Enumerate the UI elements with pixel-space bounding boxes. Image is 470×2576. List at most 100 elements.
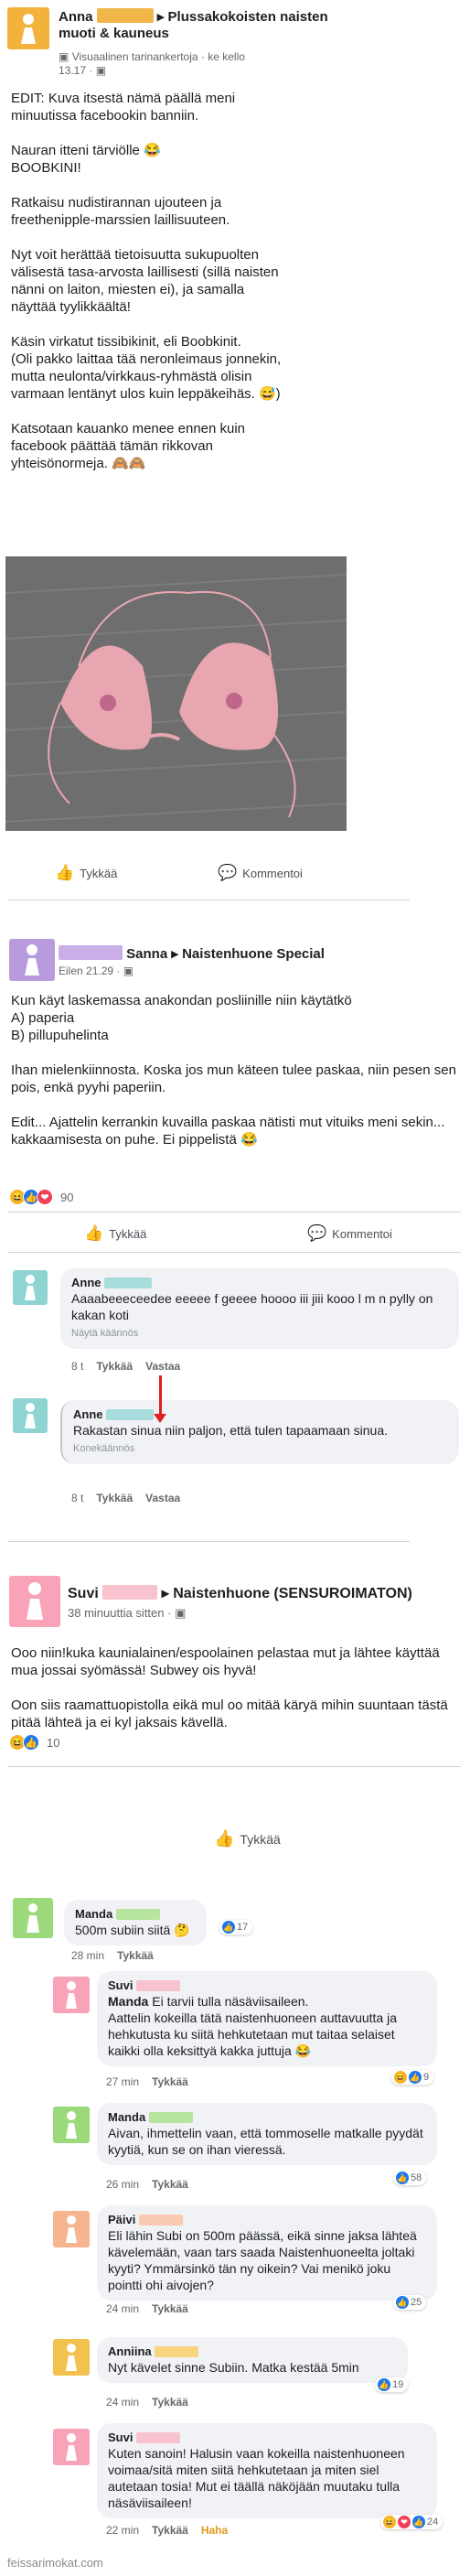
commenter-avatar[interactable] <box>53 2107 90 2143</box>
comment-author[interactable]: Anne <box>71 1276 448 1290</box>
comment-like-button[interactable]: Tykkää <box>96 1492 133 1504</box>
mention-link[interactable]: Manda <box>108 1994 148 2009</box>
post-header-title: Suvi ▸ Naistenhuone (SENSUROIMATON) <box>68 1585 461 1602</box>
female-user-icon <box>21 14 36 44</box>
translation-link[interactable]: Näytä käännös <box>71 1325 448 1342</box>
comment-bubble: Suvi Kuten sanoin! Halusin vaan kokeilla… <box>97 2423 437 2518</box>
comment-button[interactable]: 💬 Kommentoi <box>218 864 303 882</box>
comment-bubble: Manda 500m subiin siitä 🤔 <box>64 1900 207 1945</box>
commenter-avatar[interactable] <box>13 1398 48 1433</box>
redacted-name <box>148 2112 193 2123</box>
comment-bubble: Päivi Eli lähin Subi on 500m päässä, eik… <box>97 2205 437 2301</box>
like-reaction-icon: 👍 <box>396 2172 409 2184</box>
commenter-avatar[interactable] <box>13 1898 53 1938</box>
comment-button[interactable]: 💬 Kommentoi <box>307 1224 392 1243</box>
comment-author[interactable]: Manda <box>75 1907 196 1922</box>
post-time[interactable]: Eilen 21.29 · ▣ <box>59 965 134 977</box>
like-button[interactable]: 👍 Tykkää <box>55 864 117 882</box>
author-avatar[interactable] <box>9 1576 60 1627</box>
comment-time: 28 min <box>71 1949 105 1962</box>
comment-text: Aivan, ihmettelin vaan, että tommoselle … <box>108 2126 423 2157</box>
like-reaction-icon: 👍 <box>396 2296 409 2309</box>
comment-like-button[interactable]: Tykkää <box>152 2075 188 2088</box>
reaction-summary[interactable]: 😆 👍 ❤ 90 <box>9 1189 73 1205</box>
comment-reaction-count[interactable]: 😆 ❤ 👍 24 <box>380 2515 443 2529</box>
comment-reaction-count[interactable]: 👍 58 <box>393 2171 427 2185</box>
commenter-avatar[interactable] <box>53 2429 90 2465</box>
comment-actions: 22 min Tykkää Haha <box>106 2524 228 2537</box>
commenter-avatar[interactable] <box>13 1270 48 1305</box>
comment-time: 27 min <box>106 2075 140 2088</box>
comment-reaction-count[interactable]: 😆 👍 9 <box>391 2070 434 2085</box>
redacted-name <box>104 1277 153 1288</box>
comment-author[interactable]: Anne <box>73 1407 448 1422</box>
commenter-avatar[interactable] <box>53 2339 90 2376</box>
comment-actions: 28 min Tykkää <box>71 1949 154 1962</box>
female-user-icon <box>25 944 39 975</box>
author-name[interactable]: Sanna <box>126 946 167 962</box>
comment-reaction-count[interactable]: 👍 19 <box>375 2377 409 2392</box>
female-user-icon <box>66 2111 77 2139</box>
comment-like-button[interactable]: Tykkää <box>117 1949 154 1962</box>
thumbs-up-icon: 👍 <box>84 1224 104 1242</box>
comment-like-button[interactable]: Tykkää <box>152 2178 188 2191</box>
like-button[interactable]: 👍 Tykkää <box>214 1829 281 1848</box>
comment-author[interactable]: Manda <box>108 2110 426 2125</box>
comment-like-button[interactable]: Tykkää <box>152 2396 188 2409</box>
author-name[interactable]: Suvi <box>68 1586 99 1601</box>
author-avatar[interactable] <box>9 939 55 981</box>
author-avatar[interactable] <box>7 7 49 49</box>
comment-author[interactable]: Suvi <box>108 1978 426 1993</box>
post-body: Ooo niin!kuka kaunialainen/espoolainen p… <box>11 1645 448 1730</box>
reaction-count: 10 <box>47 1735 60 1750</box>
comment-time: 22 min <box>106 2524 140 2537</box>
comment-author[interactable]: Suvi <box>108 2430 426 2445</box>
comment-icon: 💬 <box>218 864 238 881</box>
comment-text: Aaaabeeeceedee eeeee f geeee hoooo iii j… <box>71 1291 433 1322</box>
post-time[interactable]: 38 minuuttia sitten · ▣ <box>68 1607 186 1620</box>
haha-reaction-icon: 😆 <box>383 2516 396 2528</box>
like-button[interactable]: 👍 Tykkää <box>84 1224 146 1243</box>
thumbs-up-icon: 👍 <box>214 1829 235 1848</box>
female-user-icon <box>27 1582 43 1620</box>
machine-translation-note: Konekäännös <box>73 1443 135 1454</box>
redacted-name <box>136 1980 181 1991</box>
redacted-name <box>155 2346 199 2357</box>
love-reaction-icon: ❤ <box>37 1189 53 1205</box>
redacted-name <box>136 2432 181 2443</box>
comment-time: 26 min <box>106 2178 140 2191</box>
commenter-avatar[interactable] <box>53 2211 90 2247</box>
comment-reply-button[interactable]: Vastaa <box>145 1492 180 1504</box>
author-name[interactable]: Anna <box>59 9 93 25</box>
comment-like-button[interactable]: Tykkää <box>152 2302 188 2315</box>
haha-reaction-label[interactable]: Haha <box>201 2524 228 2537</box>
redacted-name <box>96 8 154 23</box>
group-name[interactable]: Naistenhuone (SENSUROIMATON) <box>173 1586 412 1601</box>
reaction-summary[interactable]: 😆 👍 10 <box>9 1734 59 1751</box>
comment-like-button[interactable]: Tykkää <box>152 2524 188 2537</box>
like-reaction-icon: 👍 <box>412 2516 425 2528</box>
post-header-title: Sanna ▸ Naistenhuone Special <box>59 945 461 963</box>
commenter-avatar[interactable] <box>53 1977 90 2013</box>
comment-text: Manda Ei tarvii tulla näsäviisaileen. Aa… <box>108 1994 398 2058</box>
reaction-count: 90 <box>60 1190 74 1204</box>
divider <box>7 1252 461 1253</box>
crochet-bikini-photo[interactable] <box>5 556 347 831</box>
comment-author[interactable]: Päivi <box>108 2213 426 2227</box>
comment-reaction-count[interactable]: 👍 25 <box>393 2295 427 2310</box>
bikini-image <box>5 556 347 831</box>
comment-text: Kuten sanoin! Halusin vaan kokeilla nais… <box>108 2446 405 2510</box>
comment-actions: 27 min Tykkää <box>106 2075 188 2088</box>
comment-author[interactable]: Anniina <box>108 2344 397 2359</box>
comment-reaction-count[interactable]: 👍 17 <box>219 1920 253 1935</box>
comment-time: 24 min <box>106 2396 140 2409</box>
love-reaction-icon: ❤ <box>398 2516 411 2528</box>
post-time[interactable]: 13.17 · ▣ <box>59 64 106 77</box>
comment-like-button[interactable]: Tykkää <box>96 1360 133 1373</box>
divider <box>7 1766 461 1767</box>
comment-reply-button[interactable]: Vastaa <box>145 1360 180 1373</box>
redacted-name <box>106 1409 155 1420</box>
group-name[interactable]: Naistenhuone Special <box>182 946 325 962</box>
redacted-name <box>59 945 123 960</box>
haha-reaction-icon: 😆 <box>394 2071 407 2084</box>
